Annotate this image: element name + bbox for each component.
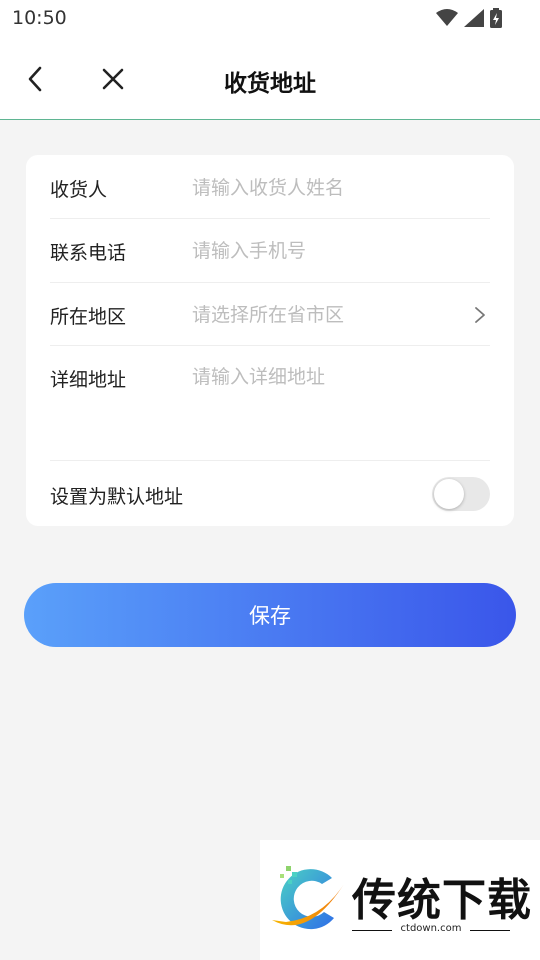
address-row: 详细地址	[50, 363, 490, 453]
phone-label: 联系电话	[50, 242, 127, 264]
default-label: 设置为默认地址	[50, 486, 184, 508]
recipient-input[interactable]	[192, 173, 460, 203]
default-row: 设置为默认地址	[50, 477, 490, 511]
recipient-row: 收货人	[50, 173, 490, 203]
divider	[50, 282, 490, 283]
region-selector[interactable]	[192, 300, 460, 330]
phone-row: 联系电话	[50, 236, 490, 266]
save-button[interactable]: 保存	[24, 583, 516, 647]
ctdown-logo-icon	[272, 866, 344, 930]
page-title: 收货地址	[224, 71, 316, 97]
divider	[470, 930, 510, 931]
address-label: 详细地址	[50, 369, 127, 391]
divider	[50, 460, 490, 461]
divider	[50, 345, 490, 346]
region-label: 所在地区	[50, 306, 127, 328]
chevron-right-icon	[475, 307, 485, 323]
default-address-toggle[interactable]	[432, 477, 490, 511]
status-icons	[436, 8, 502, 28]
signal-icon	[464, 9, 484, 27]
watermark-title: 传统下载	[352, 875, 532, 926]
watermark: 传统下载 ctdown.com	[260, 840, 540, 960]
recipient-label: 收货人	[50, 179, 108, 201]
status-bar: 10:50	[0, 0, 540, 40]
region-row[interactable]: 所在地区	[50, 300, 490, 330]
watermark-url: ctdown.com	[400, 923, 462, 934]
address-textarea[interactable]	[192, 365, 460, 451]
toggle-knob	[434, 479, 464, 509]
address-form-card: 收货人 联系电话 所在地区 详细地址 设置为默认地址	[26, 155, 514, 526]
phone-input[interactable]	[192, 236, 460, 266]
app-header: 收货地址	[0, 40, 540, 120]
wifi-icon	[436, 9, 458, 26]
battery-icon	[490, 8, 502, 28]
divider	[50, 218, 490, 219]
status-time: 10:50	[12, 7, 67, 29]
